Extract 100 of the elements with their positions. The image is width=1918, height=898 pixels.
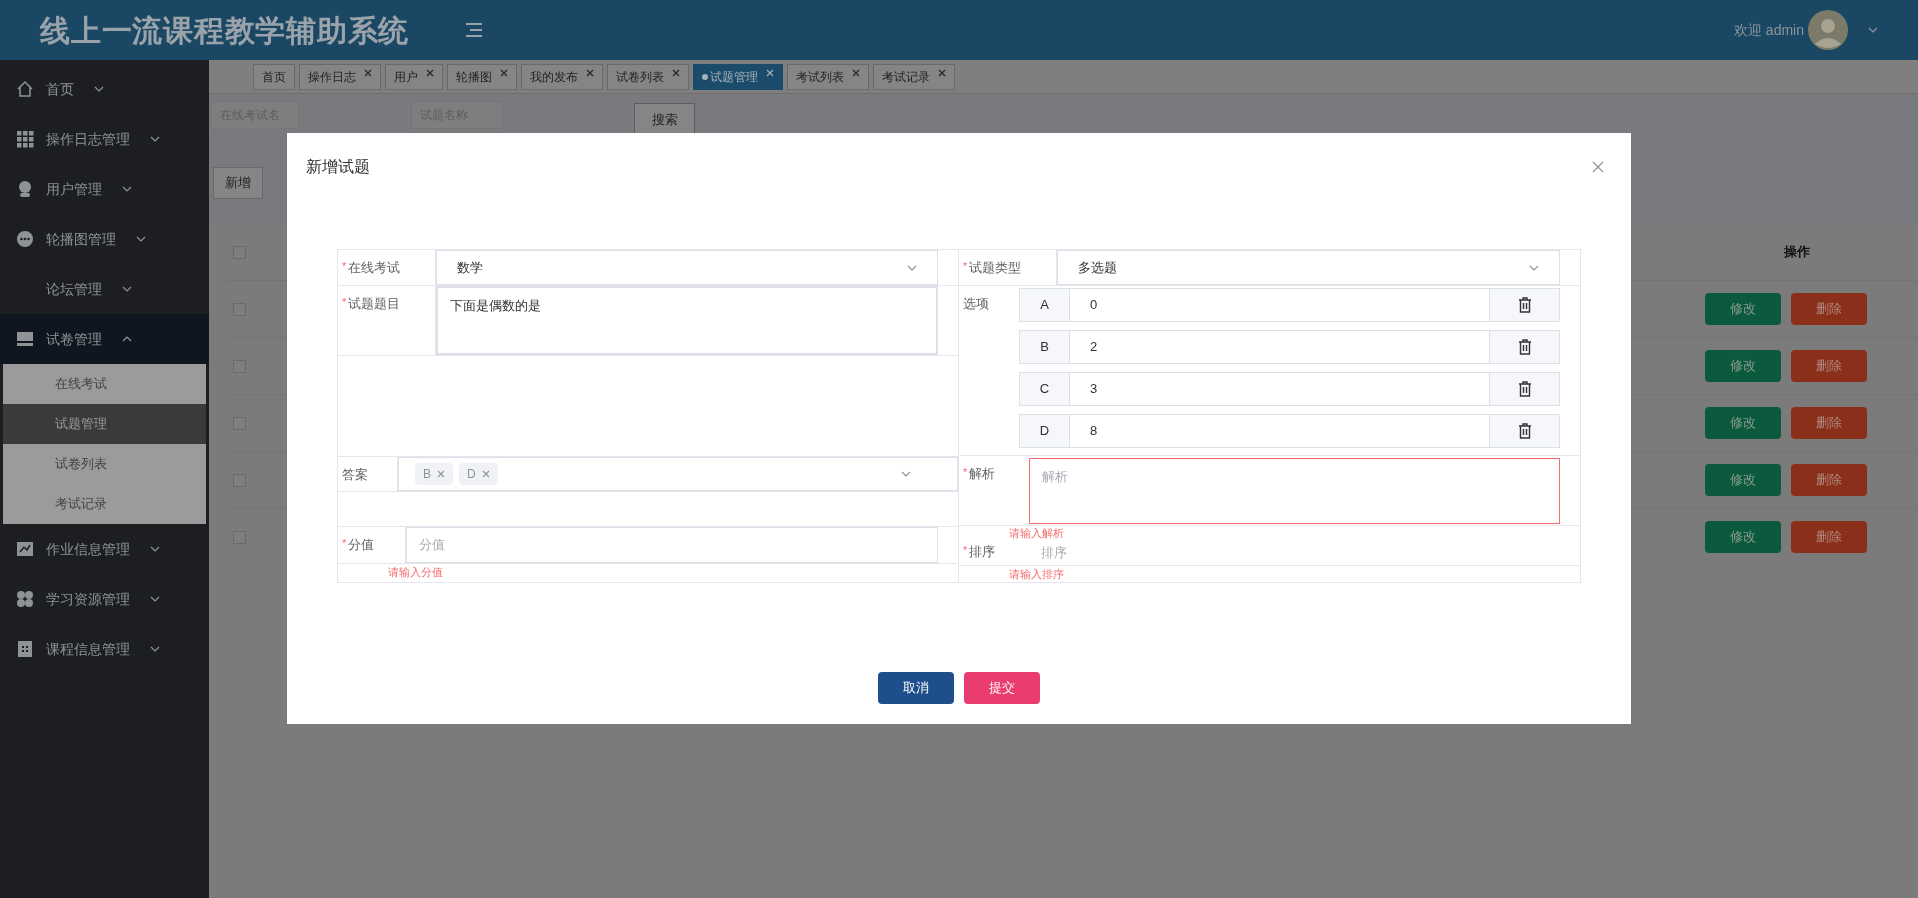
tab[interactable]: 用户 — [385, 63, 443, 90]
delete-option-button[interactable] — [1489, 415, 1559, 447]
chevron-up-icon — [122, 336, 132, 342]
home-icon — [16, 80, 34, 98]
chat-icon — [16, 230, 34, 248]
tab[interactable]: 考试记录 — [873, 63, 955, 90]
column-header: 操作 — [1783, 243, 1811, 262]
delete-button[interactable]: 删除 — [1791, 521, 1867, 553]
edit-button[interactable]: 修改 — [1705, 350, 1781, 382]
error-message: 请输入排序 — [1008, 567, 1065, 582]
field-label: 答案 — [342, 466, 368, 484]
chevron-down-icon — [1868, 27, 1878, 33]
sidebar-item[interactable]: 论坛管理 — [0, 264, 209, 314]
sidebar-item[interactable]: 作业信息管理 — [0, 524, 209, 574]
sidebar-item[interactable]: 课程信息管理 — [0, 624, 209, 674]
edit-button[interactable]: 修改 — [1705, 464, 1781, 496]
add-button[interactable]: 新增 — [213, 167, 263, 199]
submit-button[interactable]: 提交 — [964, 672, 1040, 704]
delete-button[interactable]: 删除 — [1791, 350, 1867, 382]
close-icon[interactable] — [1592, 161, 1604, 173]
edit-button[interactable]: 修改 — [1705, 407, 1781, 439]
required-mark: * — [963, 259, 968, 274]
tab[interactable]: 试题管理 — [693, 63, 783, 90]
field-label: 在线考试 — [348, 259, 401, 277]
edit-button[interactable]: 修改 — [1705, 293, 1781, 325]
chevron-down-icon — [150, 646, 160, 652]
close-icon[interactable] — [364, 68, 372, 77]
option-letter: A — [1020, 289, 1070, 321]
select-field[interactable]: 数学 — [436, 250, 938, 285]
sidebar-item[interactable]: 用户管理 — [0, 164, 209, 214]
score-field[interactable]: 分值 — [406, 527, 938, 563]
option-field[interactable]: 2 — [1070, 331, 1489, 363]
delete-button[interactable]: 删除 — [1791, 464, 1867, 496]
field-label: 试题题目 — [348, 295, 401, 313]
sidebar-item[interactable]: 学习资源管理 — [0, 574, 209, 624]
required-mark: * — [963, 543, 968, 558]
close-icon[interactable] — [938, 68, 946, 77]
submenu-item[interactable]: 在线考试 — [3, 364, 206, 404]
close-icon[interactable] — [766, 68, 774, 77]
submenu-item[interactable]: 试题管理 — [3, 404, 206, 444]
avatar[interactable] — [1808, 10, 1848, 50]
tab[interactable]: 试卷列表 — [607, 63, 689, 90]
trash-icon — [1517, 297, 1532, 313]
chevron-down-icon — [122, 186, 132, 192]
tab[interactable]: 操作日志 — [299, 63, 381, 90]
menu-icon[interactable] — [465, 23, 483, 37]
submenu-item[interactable]: 试卷列表 — [3, 444, 206, 484]
chevron-down-icon — [901, 471, 911, 477]
tab[interactable]: 首页 — [253, 63, 295, 90]
tab[interactable]: 考试列表 — [787, 63, 869, 90]
edit-button[interactable]: 修改 — [1705, 521, 1781, 553]
required-mark: * — [342, 295, 347, 310]
close-icon[interactable] — [481, 470, 490, 478]
delete-option-button[interactable] — [1489, 289, 1559, 321]
close-icon[interactable] — [426, 68, 434, 77]
required-mark: * — [342, 259, 347, 274]
close-icon[interactable] — [500, 68, 508, 77]
analysis-textarea[interactable]: 解析 — [1029, 458, 1560, 524]
error-message: 请输入解析 — [1008, 526, 1065, 540]
option-letter: C — [1020, 373, 1070, 405]
delete-option-button[interactable] — [1489, 373, 1559, 405]
close-icon[interactable] — [586, 68, 594, 77]
field-label: 选项 — [963, 295, 989, 313]
sidebar-item[interactable]: 试卷管理 — [0, 314, 209, 364]
user-icon — [16, 180, 34, 198]
chart-icon — [16, 540, 34, 558]
building-icon — [16, 640, 34, 658]
welcome-text: 欢迎 admin — [1733, 20, 1804, 40]
error-message: 请输入分值 — [387, 565, 444, 580]
required-mark: * — [342, 536, 347, 551]
chevron-down-icon — [150, 596, 160, 602]
chevron-down-icon — [907, 264, 917, 271]
question-textarea[interactable]: 下面是偶数的是 — [436, 286, 938, 355]
tab[interactable]: 轮播图 — [447, 63, 517, 90]
field-label: 解析 — [969, 465, 996, 483]
delete-button[interactable]: 删除 — [1791, 293, 1867, 325]
option-field[interactable]: 8 — [1070, 415, 1489, 447]
sidebar-item[interactable]: 首页 — [0, 64, 209, 114]
select-field[interactable]: 多选题 — [1057, 250, 1560, 285]
multi-select-field[interactable]: B D — [398, 457, 958, 491]
trash-icon — [1517, 381, 1532, 397]
sidebar-item[interactable]: 操作日志管理 — [0, 114, 209, 164]
sidebar-item[interactable]: 轮播图管理 — [0, 214, 209, 264]
close-icon[interactable] — [672, 68, 680, 77]
close-icon[interactable] — [437, 470, 445, 478]
required-mark: * — [963, 465, 968, 480]
app-title: 线上一流课程教学辅助系统 — [40, 12, 409, 49]
submenu-item[interactable]: 考试记录 — [3, 484, 206, 524]
cancel-button[interactable]: 取消 — [878, 672, 954, 704]
answer-tag: D — [459, 463, 498, 485]
tab[interactable]: 我的发布 — [521, 63, 603, 90]
sort-field[interactable]: 排序 — [1029, 540, 1560, 565]
delete-option-button[interactable] — [1489, 331, 1559, 363]
field-label: 分值 — [348, 536, 375, 554]
layout-icon — [16, 330, 34, 348]
option-field[interactable]: 3 — [1070, 373, 1489, 405]
option-field[interactable]: 0 — [1070, 289, 1489, 321]
chevron-down-icon — [150, 136, 160, 142]
close-icon[interactable] — [852, 68, 860, 77]
delete-button[interactable]: 删除 — [1791, 407, 1867, 439]
